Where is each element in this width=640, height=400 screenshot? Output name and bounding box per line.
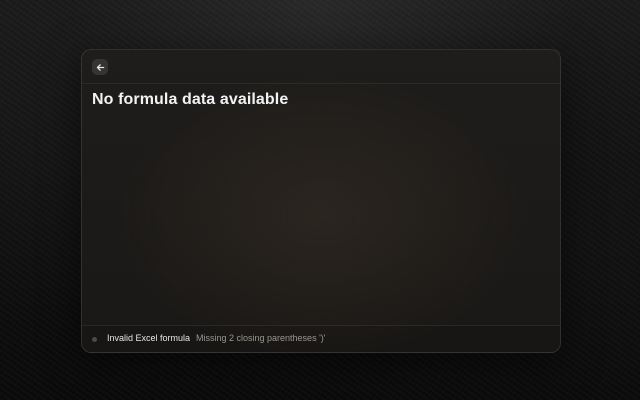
formula-panel: No formula data available Invalid Excel …	[81, 49, 561, 353]
back-button[interactable]	[92, 59, 108, 75]
status-title: Invalid Excel formula	[107, 333, 191, 343]
status-message: Missing 2 closing parentheses ')'	[196, 333, 326, 343]
panel-toolbar	[82, 50, 560, 84]
status-dot-icon	[92, 337, 97, 342]
arrow-left-icon	[96, 63, 104, 71]
page-title: No formula data available	[92, 91, 289, 108]
status-bar: Invalid Excel formula Missing 2 closing …	[82, 325, 560, 352]
